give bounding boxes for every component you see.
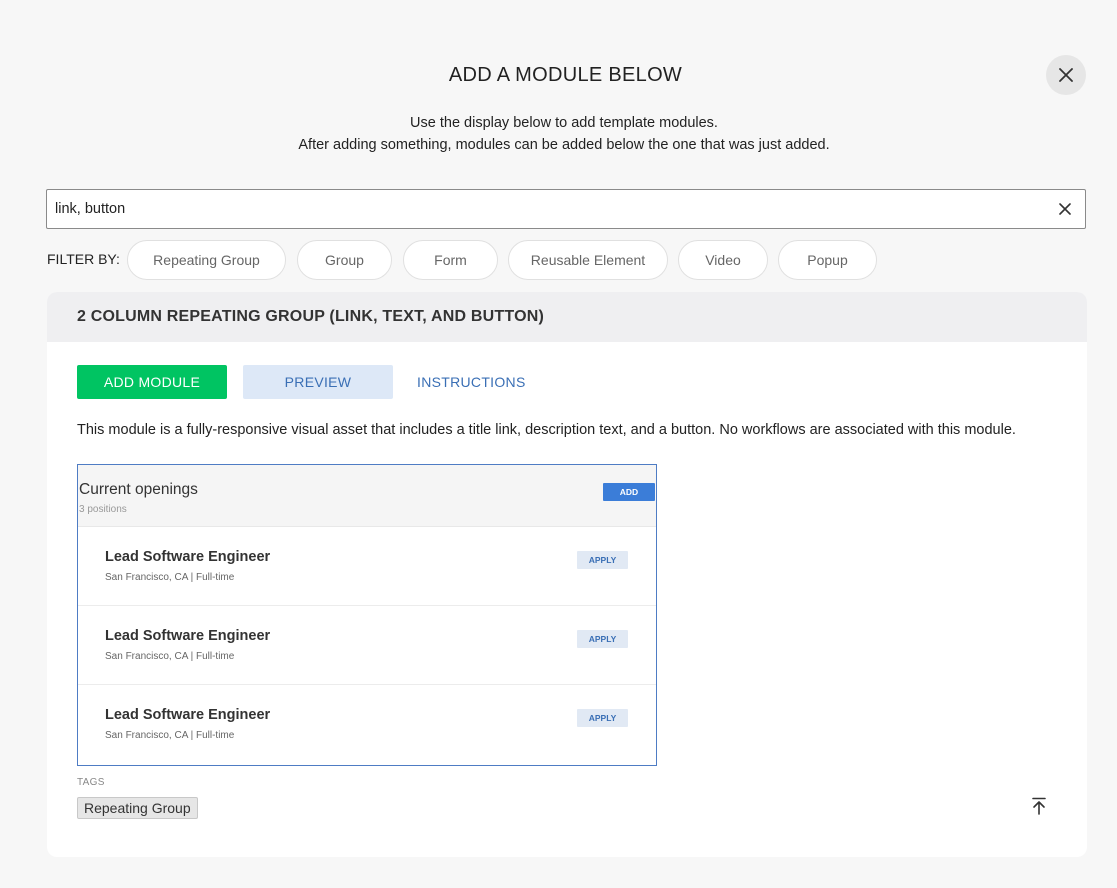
- preview-job-location: San Francisco, CA | Full-time: [105, 651, 235, 662]
- filter-chip-reusable-element[interactable]: Reusable Element: [508, 240, 668, 280]
- preview-count: 3 positions: [79, 504, 127, 515]
- filter-chip-repeating-group[interactable]: Repeating Group: [127, 240, 286, 280]
- preview-job-location: San Francisco, CA | Full-time: [105, 572, 235, 583]
- filter-chip-popup[interactable]: Popup: [778, 240, 877, 280]
- arrow-up-to-line-icon: [1032, 797, 1046, 815]
- close-icon: [1059, 68, 1073, 82]
- filter-chip-video[interactable]: Video: [678, 240, 768, 280]
- preview-apply-button: APPLY: [577, 630, 628, 648]
- filter-chip-form[interactable]: Form: [403, 240, 498, 280]
- search-box: [46, 189, 1086, 229]
- preview-job-title: Lead Software Engineer: [105, 707, 271, 723]
- search-clear-button[interactable]: [1053, 197, 1077, 221]
- scroll-to-top-button[interactable]: [1027, 794, 1051, 818]
- preview-apply-button: APPLY: [577, 709, 628, 727]
- instructions-button[interactable]: INSTRUCTIONS: [417, 365, 526, 399]
- preview-row: Lead Software Engineer San Francisco, CA…: [78, 527, 656, 606]
- close-button[interactable]: [1046, 55, 1086, 95]
- subtitle-line-2: After adding something, modules can be a…: [298, 137, 830, 153]
- preview-header: Current openings 3 positions ADD: [78, 465, 656, 527]
- clear-icon: [1059, 203, 1071, 215]
- module-card: 2 COLUMN REPEATING GROUP (LINK, TEXT, AN…: [47, 292, 1087, 857]
- subtitle-line-1: Use the display below to add template mo…: [410, 115, 718, 131]
- preview-job-title: Lead Software Engineer: [105, 549, 271, 565]
- tags-label: TAGS: [77, 777, 105, 788]
- preview-row: Lead Software Engineer San Francisco, CA…: [78, 606, 656, 685]
- filter-label: FILTER BY:: [47, 251, 120, 267]
- preview-button[interactable]: PREVIEW: [243, 365, 393, 399]
- module-preview: Current openings 3 positions ADD Lead So…: [77, 464, 657, 766]
- preview-apply-button: APPLY: [577, 551, 628, 569]
- module-title: 2 COLUMN REPEATING GROUP (LINK, TEXT, AN…: [47, 292, 1087, 342]
- preview-job-location: San Francisco, CA | Full-time: [105, 730, 235, 741]
- filter-chip-group[interactable]: Group: [297, 240, 392, 280]
- module-description: This module is a fully-responsive visual…: [77, 422, 1016, 438]
- add-module-button[interactable]: ADD MODULE: [77, 365, 227, 399]
- preview-job-title: Lead Software Engineer: [105, 628, 271, 644]
- preview-add-button: ADD: [603, 483, 655, 501]
- tag-repeating-group: Repeating Group: [77, 797, 198, 819]
- search-input[interactable]: [55, 201, 1053, 217]
- preview-row: Lead Software Engineer San Francisco, CA…: [78, 685, 656, 764]
- modal-title: ADD A MODULE BELOW: [448, 64, 683, 86]
- modal-subtitle: Use the display below to add template mo…: [0, 112, 1117, 156]
- preview-heading: Current openings: [79, 481, 198, 498]
